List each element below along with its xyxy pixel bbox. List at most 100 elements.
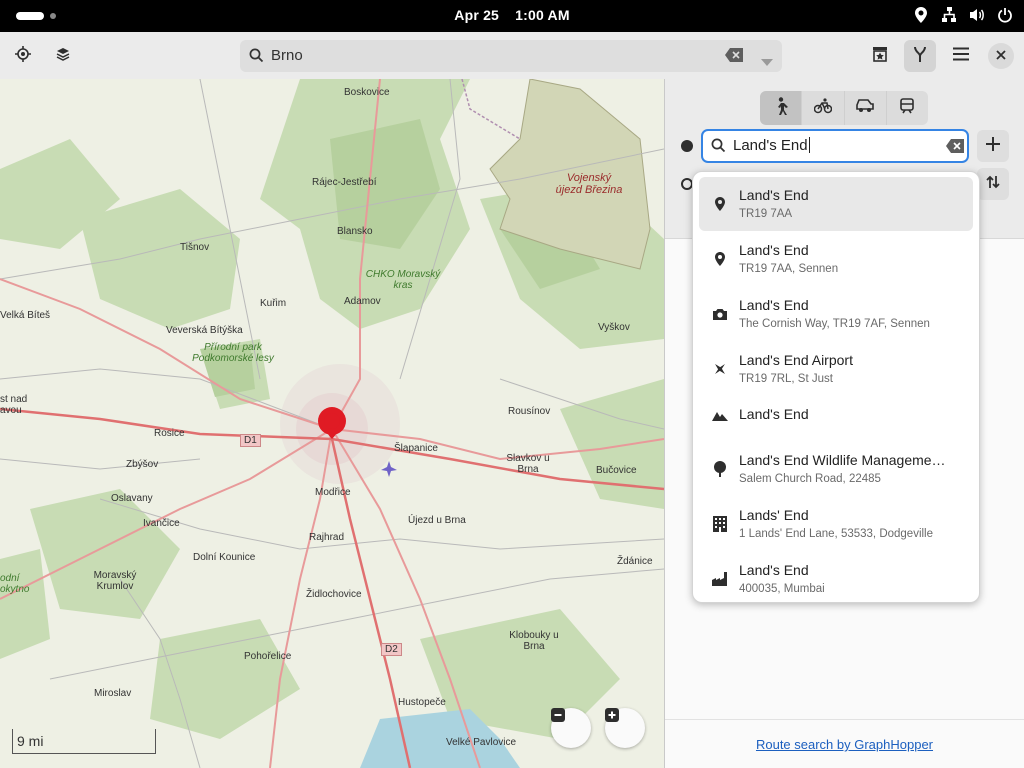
suggestion-subtitle: TR19 7AA, Sennen <box>739 263 839 275</box>
map-label: Veverská Bítýška <box>166 325 243 336</box>
swap-icon <box>986 175 1000 194</box>
route-button[interactable] <box>904 40 936 72</box>
plus-icon <box>986 136 1000 156</box>
camera-icon <box>711 305 729 323</box>
suggestion-title: Land's End <box>739 242 809 258</box>
zoom-out-button[interactable] <box>551 708 591 748</box>
map-label: Rousínov <box>508 406 551 417</box>
route-start-input[interactable]: Land's End <box>733 137 810 154</box>
map-label: st nad avou <box>0 394 28 416</box>
factory-icon <box>711 570 729 588</box>
map-label: Blansko <box>337 226 373 237</box>
map-label: Dolní Kounice <box>193 552 256 563</box>
highway-shield: D1 <box>240 434 261 447</box>
current-location-button[interactable] <box>7 40 39 72</box>
map-label: Újezd u Brna <box>408 515 466 526</box>
system-top-bar: Apr 25 1:00 AM <box>0 0 1024 32</box>
footer-separator <box>665 719 1024 720</box>
search-entry[interactable]: Brno <box>240 40 782 72</box>
clear-search-icon[interactable] <box>725 48 743 67</box>
map-label: Modřice <box>315 487 351 498</box>
tree-icon <box>711 460 729 478</box>
route-start-entry[interactable]: Land's End <box>701 129 969 163</box>
car-icon <box>856 98 874 118</box>
map-label: Velká Bíteš <box>0 310 51 321</box>
current-location-icon <box>15 45 31 67</box>
map-label: CHKO Moravský kras <box>365 269 441 291</box>
close-window-button[interactable] <box>988 43 1014 69</box>
route-start-text: Land's End <box>733 137 808 154</box>
walking-icon <box>774 96 788 120</box>
suggestion-title: Land's End Wildlife Manageme… <box>739 452 946 468</box>
map-label: Kuřim <box>260 298 287 309</box>
suggestion-item[interactable]: Land's End TR19 7AA, Sennen <box>699 232 973 286</box>
system-tray[interactable] <box>912 6 1014 24</box>
pin-icon <box>711 250 729 268</box>
map-label: Miroslav <box>94 688 132 699</box>
suggestion-subtitle: Salem Church Road, 22485 <box>739 473 881 485</box>
clock[interactable]: Apr 25 1:00 AM <box>0 7 1024 23</box>
map-label: Ždánice <box>617 556 653 567</box>
map-label: Bučovice <box>596 465 637 476</box>
map-label: Židlochovice <box>306 589 362 600</box>
map-label: Klobouky u Brna <box>509 630 559 652</box>
suggestion-title: Land's End <box>739 406 809 422</box>
building-icon <box>711 515 729 533</box>
suggestion-item[interactable]: Land's End 400035, Mumbai <box>699 562 973 616</box>
map-label: Adamov <box>344 296 381 307</box>
mode-car-button[interactable] <box>845 91 887 125</box>
search-input[interactable]: Brno <box>271 47 303 64</box>
add-via-point-button[interactable] <box>977 130 1009 162</box>
mode-walking-button[interactable] <box>760 91 803 125</box>
suggestion-item[interactable]: Land's End The Cornish Way, TR19 7AF, Se… <box>699 287 973 341</box>
suggestion-subtitle: The Cornish Way, TR19 7AF, Sennen <box>739 318 930 330</box>
suggestion-item[interactable]: Lands' End 1 Lands' End Lane, 53533, Dod… <box>699 507 973 561</box>
map-label: odní okytno <box>0 573 30 595</box>
map-label: Rosice <box>154 428 185 439</box>
clear-entry-icon[interactable] <box>946 139 964 158</box>
volume-icon <box>968 6 986 24</box>
search-icon <box>711 138 726 158</box>
suggestion-item[interactable]: Land's End <box>699 397 973 451</box>
graphhopper-link[interactable]: Route search by GraphHopper <box>665 737 1024 752</box>
map-label: Pohořelice <box>244 651 292 662</box>
zoom-in-button[interactable] <box>605 708 645 748</box>
map-scale: 9 mi <box>12 729 156 754</box>
map-label: Velké Pavlovice <box>446 737 517 748</box>
date-label: Apr 25 <box>454 7 500 23</box>
power-icon <box>996 6 1014 24</box>
map-label: Šlapanice <box>394 443 438 454</box>
map-label: Ivančice <box>143 518 180 529</box>
menu-icon <box>953 47 969 66</box>
mode-transit-button[interactable] <box>887 91 928 125</box>
map-label: Tišnov <box>180 242 210 253</box>
favorites-button[interactable] <box>864 40 896 72</box>
route-icon <box>913 46 927 67</box>
map-label: Vojenský újezd Březina <box>555 172 623 196</box>
map-view[interactable]: Boskovice Rájec-Jestřebí Vojenský újezd … <box>0 79 664 768</box>
suggestions-popover: Land's End TR19 7AA Land's End TR19 7AA,… <box>692 171 980 603</box>
search-dropdown-icon[interactable] <box>761 53 773 71</box>
suggestion-title: Land's End <box>739 562 809 578</box>
layers-button[interactable] <box>47 40 79 72</box>
reverse-route-button[interactable] <box>977 168 1009 200</box>
main-menu-button[interactable] <box>945 40 977 72</box>
map-label: Přírodní park Podkomorské lesy <box>192 342 274 364</box>
mountain-icon <box>711 406 729 424</box>
highway-shield: D2 <box>381 643 402 656</box>
suggestion-title: Land's End Airport <box>739 352 853 368</box>
map-label: Hustopeče <box>398 697 446 708</box>
search-icon <box>249 48 264 68</box>
suggestion-item[interactable]: Land's End TR19 7AA <box>699 177 973 231</box>
suggestion-subtitle: 1 Lands' End Lane, 53533, Dodgeville <box>739 528 934 540</box>
favorites-icon <box>872 46 888 67</box>
mode-cycling-button[interactable] <box>802 91 845 125</box>
suggestion-subtitle: 400035, Mumbai <box>739 583 825 595</box>
time-label: 1:00 AM <box>515 7 570 23</box>
suggestion-item[interactable]: Land's End Wildlife Manageme… Salem Chur… <box>699 452 973 506</box>
suggestion-subtitle: TR19 7AA <box>739 208 793 220</box>
suggestion-title: Lands' End <box>739 507 809 523</box>
map-label: Slavkov u Brna <box>506 453 550 475</box>
map-label: Moravský Krumlov <box>93 570 137 592</box>
suggestion-item[interactable]: Land's End Airport TR19 7RL, St Just <box>699 342 973 396</box>
